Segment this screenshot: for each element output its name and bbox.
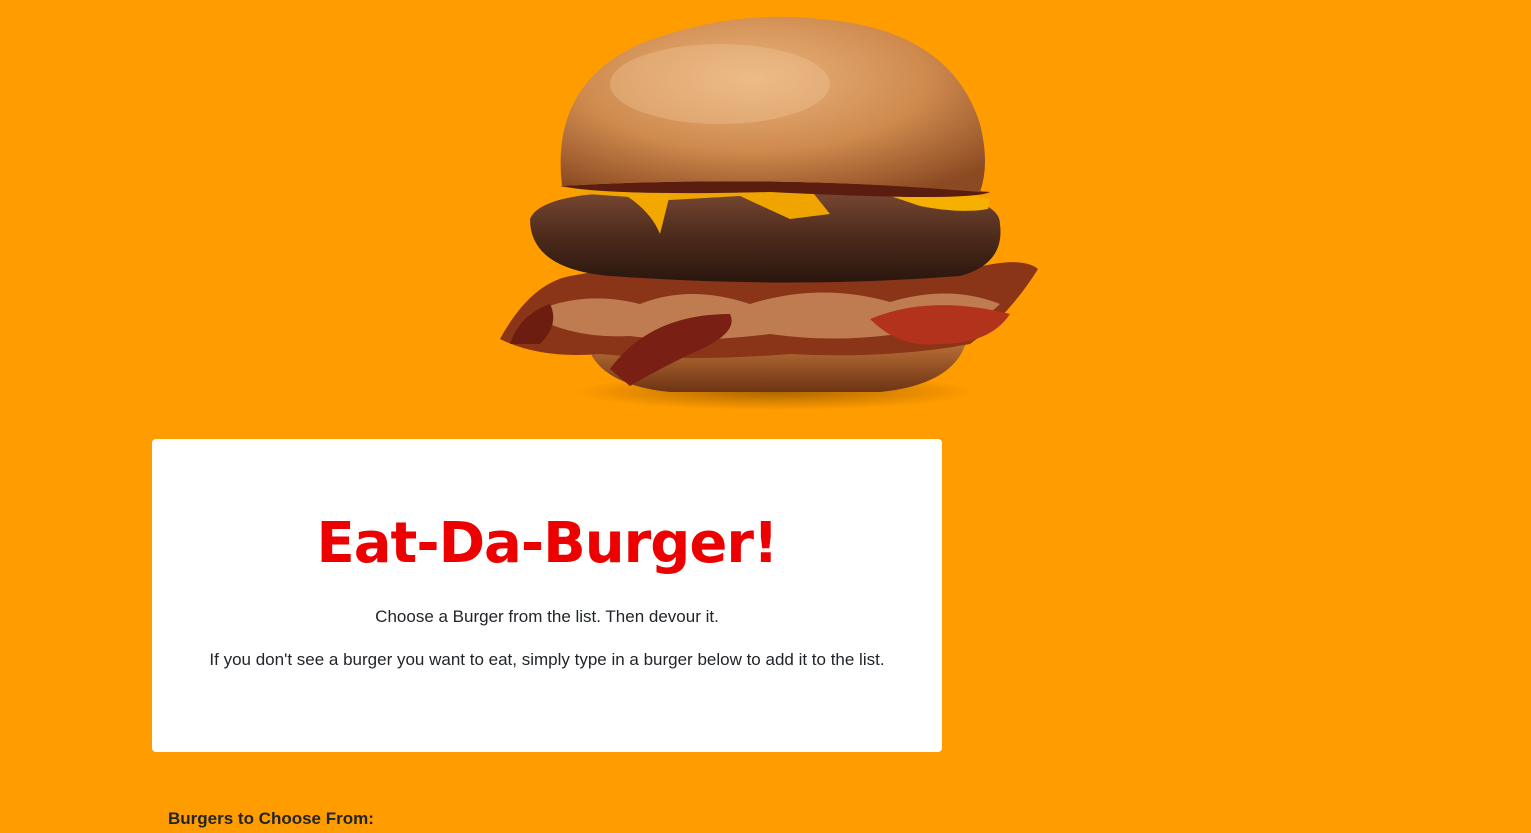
instructions-text: If you don't see a burger you want to ea… [209, 650, 885, 669]
burgers-list-heading: Burgers to Choose From: [168, 809, 374, 828]
intro-text: Choose a Burger from the list. Then devo… [375, 607, 719, 626]
page-title: Eat-Da-Burger! [316, 511, 779, 576]
burger-hero-image [490, 14, 1050, 414]
jumbotron: Eat-Da-Burger! Choose a Burger from the … [152, 439, 942, 752]
page: Eat-Da-Burger! Choose a Burger from the … [0, 0, 1531, 833]
